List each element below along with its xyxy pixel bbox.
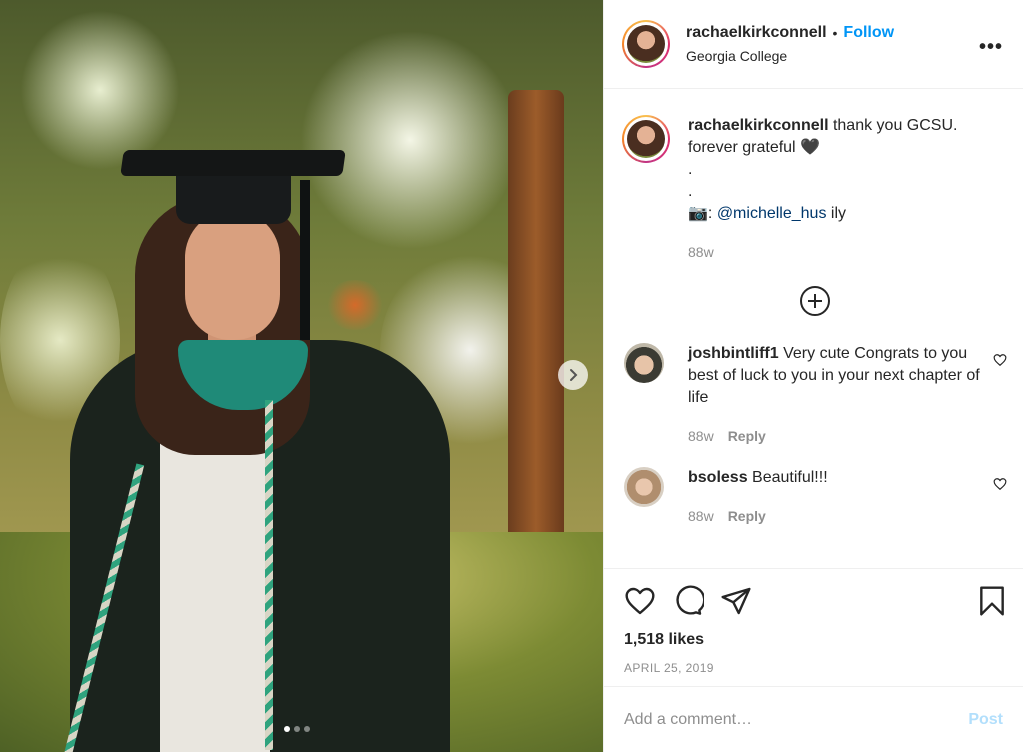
reply-button[interactable]: Reply xyxy=(728,428,766,444)
location-link[interactable]: Georgia College xyxy=(686,48,894,64)
comment-item: bsoless Beautiful!!! 88w Reply xyxy=(622,467,1007,527)
chevron-right-icon xyxy=(570,369,578,381)
avatar xyxy=(627,120,665,158)
carousel-dot xyxy=(284,726,290,732)
reply-button[interactable]: Reply xyxy=(728,508,766,524)
honor-cord xyxy=(265,400,273,750)
carousel-dot xyxy=(294,726,300,732)
separator: • xyxy=(832,25,838,41)
heart-icon[interactable] xyxy=(993,477,1007,491)
post-header: rachaelkirkconnell • Follow Georgia Coll… xyxy=(604,0,1023,89)
post-actions: 1,518 likes APRIL 25, 2019 xyxy=(604,568,1023,686)
white-dress xyxy=(160,410,270,752)
timestamp[interactable]: 88w xyxy=(688,508,714,524)
comment-username[interactable]: joshbintliff1 xyxy=(688,345,779,362)
caption-text: forever grateful 🖤 xyxy=(688,139,820,156)
tassel xyxy=(300,180,310,340)
tree-trunk xyxy=(508,90,564,570)
caption-text: . xyxy=(688,161,693,178)
timestamp[interactable]: 88w xyxy=(688,244,714,260)
story-ring[interactable] xyxy=(622,20,670,68)
carousel-dot xyxy=(304,726,310,732)
avatar[interactable] xyxy=(624,343,664,383)
save-button[interactable] xyxy=(977,585,1007,617)
comment-username[interactable]: bsoless xyxy=(688,469,748,486)
face xyxy=(185,210,280,340)
caption: rachaelkirkconnell thank you GCSU. forev… xyxy=(622,89,1007,263)
post-date[interactable]: APRIL 25, 2019 xyxy=(624,661,1007,675)
post-photo[interactable] xyxy=(0,0,603,752)
load-more-comments-button[interactable] xyxy=(622,285,1007,317)
plus-circle-icon xyxy=(799,286,830,316)
caption-text: thank you GCSU. xyxy=(828,117,958,134)
heart-icon xyxy=(625,587,655,615)
add-comment-bar: Post xyxy=(604,686,1023,752)
heart-icon[interactable] xyxy=(993,353,1007,367)
avatar xyxy=(627,25,665,63)
carousel-indicator xyxy=(284,726,310,732)
comments-section: rachaelkirkconnell thank you GCSU. forev… xyxy=(604,89,1023,568)
comment-item: joshbintliff1 Very cute Congrats to you … xyxy=(622,343,1007,447)
username[interactable]: rachaelkirkconnell xyxy=(686,24,827,42)
cap-base xyxy=(176,172,291,224)
timestamp[interactable]: 88w xyxy=(688,428,714,444)
story-ring[interactable] xyxy=(622,115,670,163)
comment-input[interactable] xyxy=(624,710,969,729)
more-options-icon[interactable]: ••• xyxy=(979,36,1003,59)
comment-bubble-icon xyxy=(676,585,704,615)
bokeh-light xyxy=(20,10,180,170)
likes-count[interactable]: 1,518 likes xyxy=(624,631,1007,649)
camera-emoji: 📷: xyxy=(688,205,717,222)
comment-button[interactable] xyxy=(672,585,704,617)
like-button[interactable] xyxy=(624,585,656,617)
graduate-figure xyxy=(60,150,460,752)
share-button[interactable] xyxy=(720,585,752,617)
instagram-post: rachaelkirkconnell • Follow Georgia Coll… xyxy=(0,0,1023,752)
avatar[interactable] xyxy=(624,467,664,507)
next-photo-button[interactable] xyxy=(558,360,588,390)
comment-text: Beautiful!!! xyxy=(747,469,828,486)
mention-link[interactable]: @michelle_hus xyxy=(717,205,827,222)
caption-text: ily xyxy=(826,205,846,222)
paper-plane-icon xyxy=(721,587,751,615)
caption-username[interactable]: rachaelkirkconnell xyxy=(688,117,829,134)
bookmark-icon xyxy=(980,586,1004,616)
post-comment-button[interactable]: Post xyxy=(968,711,1003,729)
mortarboard xyxy=(120,150,346,176)
follow-button[interactable]: Follow xyxy=(843,24,894,42)
post-sidebar: rachaelkirkconnell • Follow Georgia Coll… xyxy=(603,0,1023,752)
caption-text: . xyxy=(688,183,693,200)
